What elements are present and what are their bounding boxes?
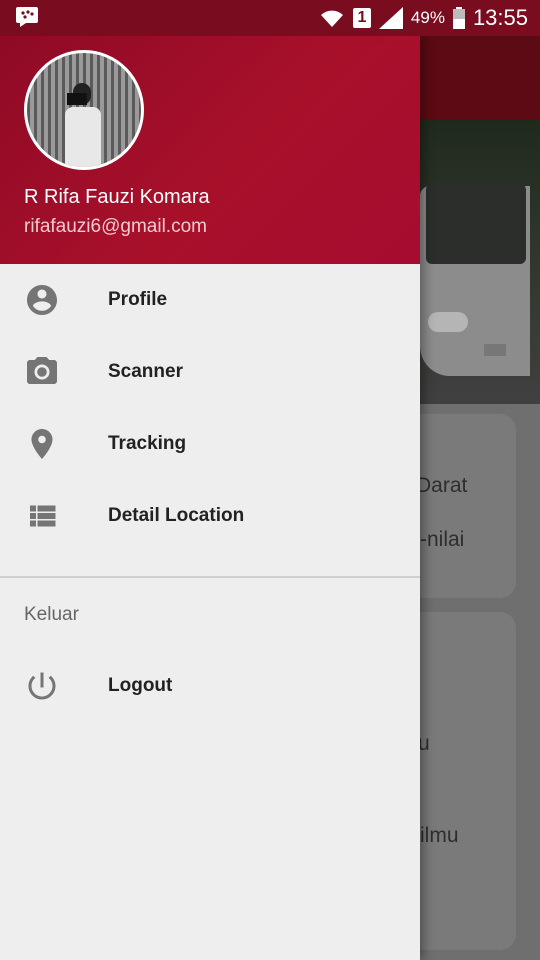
user-name: R Rifa Fauzi Komara (24, 186, 210, 208)
drawer-header: R Rifa Fauzi Komara rifafauzi6@gmail.com (0, 36, 420, 264)
list-icon (30, 505, 56, 527)
camera-icon (27, 357, 57, 384)
background-card-text: -nilai (420, 528, 465, 551)
battery-percent: 49% (410, 8, 445, 27)
background-card-text: Darat (416, 474, 468, 497)
menu-item-tracking[interactable]: Tracking (0, 408, 420, 480)
section-title: Keluar (24, 604, 79, 625)
bus-window (426, 184, 526, 264)
wifi-icon (320, 10, 343, 27)
avatar-camera (67, 93, 87, 105)
bus-plate (484, 344, 506, 356)
user-email: rifafauzi6@gmail.com (24, 216, 207, 237)
bbm-notification-icon (16, 7, 38, 27)
battery-icon (452, 7, 465, 29)
signal-icon (378, 7, 403, 29)
menu-item-label: Profile (108, 289, 168, 310)
status-bar: 1 49% 13:55 (0, 0, 540, 36)
menu-item-profile[interactable]: Profile (0, 264, 420, 336)
power-icon (28, 672, 56, 700)
menu-item-label: Tracking (108, 433, 187, 454)
bus-headlight (428, 312, 468, 332)
sim-icon: 1 (352, 8, 371, 28)
menu-item-label: Logout (108, 675, 173, 696)
menu-divider (0, 576, 420, 578)
location-pin-icon (31, 429, 53, 459)
clock: 13:55 (472, 5, 528, 30)
menu-item-label: Scanner (108, 361, 183, 382)
avatar[interactable] (24, 50, 144, 170)
background-card-text: ilmu (420, 824, 459, 847)
menu-item-detail-location[interactable]: Detail Location (0, 480, 420, 552)
navigation-drawer: R Rifa Fauzi Komara rifafauzi6@gmail.com… (0, 36, 420, 960)
menu-item-label: Detail Location (108, 505, 245, 526)
account-circle-icon (27, 285, 57, 315)
avatar-person-body (65, 107, 101, 167)
drawer-menu: Profile Scanner Tracking Detail Location (0, 264, 420, 552)
menu-item-scanner[interactable]: Scanner (0, 336, 420, 408)
menu-item-logout[interactable]: Logout (0, 650, 420, 722)
